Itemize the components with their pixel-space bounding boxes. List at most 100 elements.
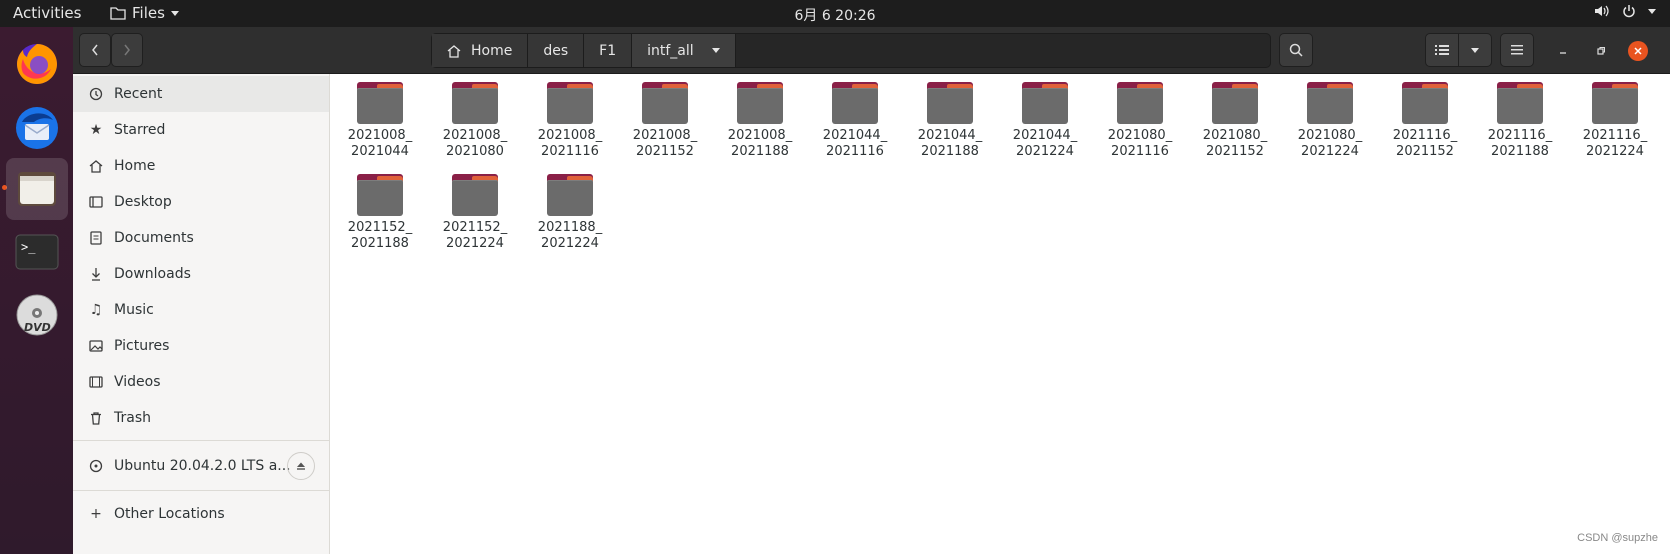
eject-icon: [297, 462, 305, 470]
top-bar: Activities Files 6月 6 20:26: [0, 0, 1670, 27]
sidebar-item-music[interactable]: ♫ Music: [73, 292, 329, 328]
clock[interactable]: 6月 6 20:26: [0, 5, 1670, 25]
folder-item[interactable]: 2021008_ 2021188: [720, 76, 800, 162]
list-view-icon: [1435, 45, 1449, 55]
desktop-icon: [88, 194, 104, 210]
documents-icon: [88, 230, 104, 246]
dock-dvd[interactable]: DVD: [6, 284, 68, 346]
trash-icon: [88, 410, 104, 426]
folder-item[interactable]: 2021044_ 2021188: [910, 76, 990, 162]
volume-icon: [1595, 5, 1609, 17]
folder-name: 2021008_ 2021080: [442, 128, 508, 159]
folder-name: 2021116_ 2021152: [1392, 128, 1458, 159]
folder-icon: [737, 82, 783, 124]
folder-item[interactable]: 2021080_ 2021152: [1195, 76, 1275, 162]
eject-button[interactable]: [287, 452, 315, 480]
breadcrumb-label: F1: [599, 42, 617, 59]
sidebar-item-documents[interactable]: Documents: [73, 220, 329, 256]
sidebar-item-other-locations[interactable]: + Other Locations: [73, 494, 329, 534]
videos-icon: [88, 374, 104, 390]
chevron-left-icon: [92, 44, 98, 56]
minimize-icon: [1560, 52, 1566, 54]
dock: >_ DVD: [0, 27, 73, 554]
sidebar-item-desktop[interactable]: Desktop: [73, 184, 329, 220]
sidebar-item-videos[interactable]: Videos: [73, 364, 329, 400]
folder-item[interactable]: 2021152_ 2021224: [435, 168, 515, 254]
view-list-button[interactable]: [1425, 33, 1459, 67]
close-button[interactable]: [1628, 41, 1648, 61]
folder-name: 2021008_ 2021152: [632, 128, 698, 159]
breadcrumb-intf-all[interactable]: intf_all: [632, 34, 736, 67]
music-icon: ♫: [89, 302, 103, 318]
dock-firefox[interactable]: [6, 32, 68, 94]
path-bar: Home des F1 intf_all: [431, 33, 1271, 68]
search-button[interactable]: [1279, 33, 1313, 67]
folder-name: 2021008_ 2021116: [537, 128, 603, 159]
folder-name: 2021080_ 2021224: [1297, 128, 1363, 159]
folder-icon: [642, 82, 688, 124]
folder-item[interactable]: 2021116_ 2021224: [1575, 76, 1655, 162]
header-bar: Home des F1 intf_all: [73, 27, 1670, 74]
home-icon: [88, 158, 104, 174]
menu-button[interactable]: [1500, 33, 1534, 67]
breadcrumb-des[interactable]: des: [528, 34, 585, 67]
sidebar-item-label: Starred: [114, 122, 166, 138]
sidebar-item-label: Music: [114, 302, 154, 318]
folder-name: 2021044_ 2021188: [917, 128, 983, 159]
minimize-button[interactable]: [1553, 41, 1573, 61]
folder-name: 2021080_ 2021116: [1107, 128, 1173, 159]
folder-name: 2021188_ 2021224: [537, 220, 603, 251]
plus-icon: +: [90, 506, 102, 522]
sidebar-item-recent[interactable]: Recent: [73, 76, 329, 112]
back-button[interactable]: [79, 33, 111, 67]
sidebar-item-pictures[interactable]: Pictures: [73, 328, 329, 364]
folder-item[interactable]: 2021080_ 2021224: [1290, 76, 1370, 162]
dock-files[interactable]: [6, 158, 68, 220]
folder-icon: [832, 82, 878, 124]
sidebar-item-trash[interactable]: Trash: [73, 400, 329, 436]
sidebar-item-label: Videos: [114, 374, 161, 390]
folder-item[interactable]: 2021044_ 2021116: [815, 76, 895, 162]
thunderbird-icon: [16, 107, 58, 149]
folder-item[interactable]: 2021008_ 2021044: [340, 76, 420, 162]
breadcrumb-label: intf_all: [647, 42, 694, 59]
folder-item[interactable]: 2021116_ 2021152: [1385, 76, 1465, 162]
folder-item[interactable]: 2021188_ 2021224: [530, 168, 610, 254]
folder-item[interactable]: 2021152_ 2021188: [340, 168, 420, 254]
folder-item[interactable]: 2021008_ 2021152: [625, 76, 705, 162]
breadcrumb-label: Home: [471, 42, 513, 59]
downloads-icon: [88, 266, 104, 282]
dock-terminal[interactable]: >_: [6, 221, 68, 283]
breadcrumb-home[interactable]: Home: [432, 34, 529, 67]
folder-item[interactable]: 2021116_ 2021188: [1480, 76, 1560, 162]
sidebar-divider: [73, 440, 329, 441]
dock-thunderbird[interactable]: [6, 97, 68, 159]
system-tray[interactable]: [1594, 4, 1656, 18]
files-window: Home des F1 intf_all Recent ★ Starred Ho…: [73, 27, 1670, 554]
maximize-button[interactable]: [1591, 41, 1611, 61]
folder-item[interactable]: 2021044_ 2021224: [1005, 76, 1085, 162]
chevron-down-icon: [711, 48, 720, 53]
clock-icon: [88, 86, 104, 102]
folder-item[interactable]: 2021080_ 2021116: [1100, 76, 1180, 162]
sidebar-item-home[interactable]: Home: [73, 148, 329, 184]
folder-name: 2021044_ 2021224: [1012, 128, 1078, 159]
sidebar-item-downloads[interactable]: Downloads: [73, 256, 329, 292]
sidebar-item-starred[interactable]: ★ Starred: [73, 112, 329, 148]
search-icon: [1289, 43, 1303, 57]
folder-name: 2021008_ 2021188: [727, 128, 793, 159]
star-icon: ★: [89, 122, 103, 138]
watermark: CSDN @supzhe: [1577, 532, 1658, 544]
forward-button[interactable]: [111, 33, 143, 67]
folder-item[interactable]: 2021008_ 2021116: [530, 76, 610, 162]
sidebar-item-label: Desktop: [114, 194, 172, 210]
files-icon: [18, 172, 56, 206]
sidebar-item-label: Trash: [114, 410, 151, 426]
folder-icon: [452, 82, 498, 124]
folder-item[interactable]: 2021008_ 2021080: [435, 76, 515, 162]
breadcrumb-f1[interactable]: F1: [584, 34, 633, 67]
chevron-down-icon: [1648, 8, 1656, 14]
folder-name: 2021152_ 2021224: [442, 220, 508, 251]
view-options-button[interactable]: [1458, 33, 1492, 67]
dvd-icon: DVD: [16, 294, 58, 336]
